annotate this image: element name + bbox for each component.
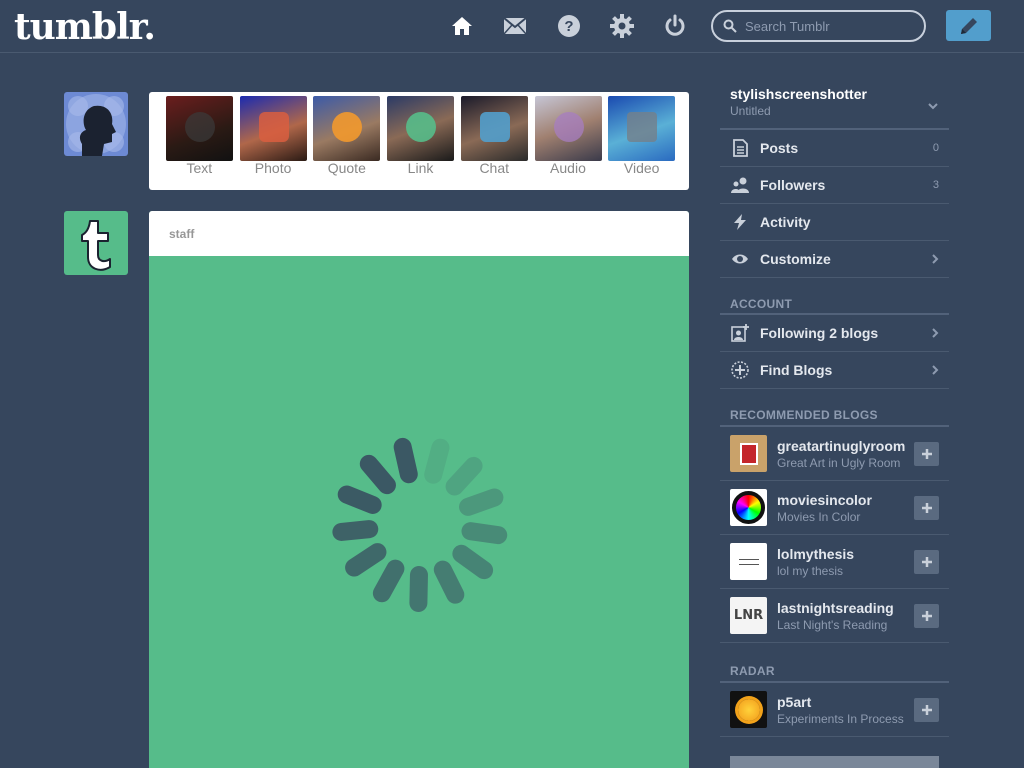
chat-icon xyxy=(479,112,510,142)
search-input[interactable] xyxy=(745,18,915,34)
sidebar-item-find-blogs[interactable]: Find Blogs xyxy=(720,352,949,389)
home-icon[interactable] xyxy=(450,14,474,38)
spinner-segment xyxy=(424,438,450,484)
plus-icon xyxy=(921,557,932,567)
radar-preview-image[interactable] xyxy=(730,756,939,768)
tumblr-logo[interactable]: tumblr. xyxy=(14,6,156,48)
tumblr-t-icon xyxy=(81,220,111,271)
sidebar-item-followers[interactable]: Followers 3 xyxy=(720,167,949,204)
blog-title: Untitled xyxy=(730,104,771,118)
eye-icon xyxy=(730,249,750,269)
blog-avatar: LNR xyxy=(730,597,767,634)
recommended-section-title: RECOMMENDED BLOGS xyxy=(720,389,949,427)
post-type-selector: Text Photo Quote Link Chat Audio Video xyxy=(149,92,689,190)
following-icon xyxy=(730,323,750,343)
plus-icon xyxy=(921,449,932,459)
search-icon xyxy=(723,19,737,33)
post-type-quote[interactable]: Quote xyxy=(310,96,383,176)
plus-icon xyxy=(921,611,932,621)
follow-button[interactable] xyxy=(914,604,939,628)
chevron-right-icon xyxy=(932,328,939,338)
video-icon xyxy=(627,112,658,142)
spinner-segment xyxy=(332,520,379,541)
chevron-right-icon xyxy=(932,365,939,375)
user-avatar[interactable] xyxy=(64,92,128,156)
post-type-text[interactable]: Text xyxy=(163,96,236,176)
spinner-segment xyxy=(445,456,483,496)
follow-button[interactable] xyxy=(914,442,939,466)
compose-button[interactable] xyxy=(946,10,991,41)
blog-avatar xyxy=(730,543,767,580)
search-box[interactable] xyxy=(711,10,926,42)
recommended-blog[interactable]: LNR lastnightsreading Last Night's Readin… xyxy=(720,589,949,643)
followers-count: 3 xyxy=(932,179,939,191)
posts-icon xyxy=(730,138,750,158)
follow-button[interactable] xyxy=(914,496,939,520)
link-icon xyxy=(406,112,437,142)
plus-icon xyxy=(921,503,932,513)
svg-text:?: ? xyxy=(564,18,573,35)
blog-avatar xyxy=(730,489,767,526)
blog-avatar xyxy=(730,691,767,728)
blog-name: stylishscreenshotter xyxy=(730,86,867,102)
spinner-segment xyxy=(409,565,428,612)
post-type-link[interactable]: Link xyxy=(384,96,457,176)
spinner-segment xyxy=(359,454,396,495)
sidebar-item-following[interactable]: Following 2 blogs xyxy=(720,315,949,352)
recommended-blog[interactable]: moviesincolor Movies In Color xyxy=(720,481,949,535)
spinner-segment xyxy=(337,485,382,514)
recommended-blog[interactable]: lolmythesis lol my thesis xyxy=(720,535,949,589)
account-section-title: ACCOUNT xyxy=(720,278,949,315)
mail-icon[interactable] xyxy=(503,14,527,38)
staff-avatar[interactable] xyxy=(64,211,128,275)
post-type-photo[interactable]: Photo xyxy=(237,96,310,176)
chevron-down-icon xyxy=(928,103,938,110)
post-type-audio[interactable]: Audio xyxy=(532,96,605,176)
radar-section-title: RADAR xyxy=(720,643,949,683)
settings-icon[interactable] xyxy=(610,14,634,38)
radar-blog[interactable]: p5art Experiments In Process xyxy=(720,683,949,737)
pencil-icon xyxy=(960,17,977,34)
headphones-icon xyxy=(553,112,584,142)
post-type-chat[interactable]: Chat xyxy=(458,96,531,176)
sidebar-item-posts[interactable]: Posts 0 xyxy=(720,130,949,167)
spinner-segment xyxy=(393,437,418,484)
spinner-segment xyxy=(459,488,504,516)
follow-button[interactable] xyxy=(914,550,939,574)
blog-switcher[interactable]: stylishscreenshotter Untitled xyxy=(720,78,949,130)
loading-spinner-icon xyxy=(332,437,508,612)
follow-button[interactable] xyxy=(914,698,939,722)
top-navigation-bar: tumblr. ? xyxy=(0,0,1024,53)
activity-icon xyxy=(730,212,750,232)
text-icon xyxy=(185,112,215,142)
help-icon[interactable]: ? xyxy=(557,14,581,38)
post-header: staff xyxy=(149,211,689,256)
post-author[interactable]: staff xyxy=(169,227,194,241)
plus-icon xyxy=(921,705,932,715)
sidebar: stylishscreenshotter Untitled Posts 0 Fo… xyxy=(720,78,949,768)
sidebar-item-activity[interactable]: Activity xyxy=(720,204,949,241)
blog-avatar xyxy=(730,435,767,472)
power-icon[interactable] xyxy=(663,14,687,38)
compass-icon xyxy=(730,360,750,380)
post-type-video[interactable]: Video xyxy=(605,96,678,176)
spinner-segment xyxy=(461,522,508,545)
followers-icon xyxy=(730,175,750,195)
sidebar-item-customize[interactable]: Customize xyxy=(720,241,949,278)
camera-icon xyxy=(258,112,289,142)
chevron-right-icon xyxy=(932,254,939,264)
recommended-blog[interactable]: greatartinuglyroom Great Art in Ugly Room xyxy=(720,427,949,481)
dashboard-post: staff xyxy=(149,211,689,768)
posts-count: 0 xyxy=(932,142,939,154)
